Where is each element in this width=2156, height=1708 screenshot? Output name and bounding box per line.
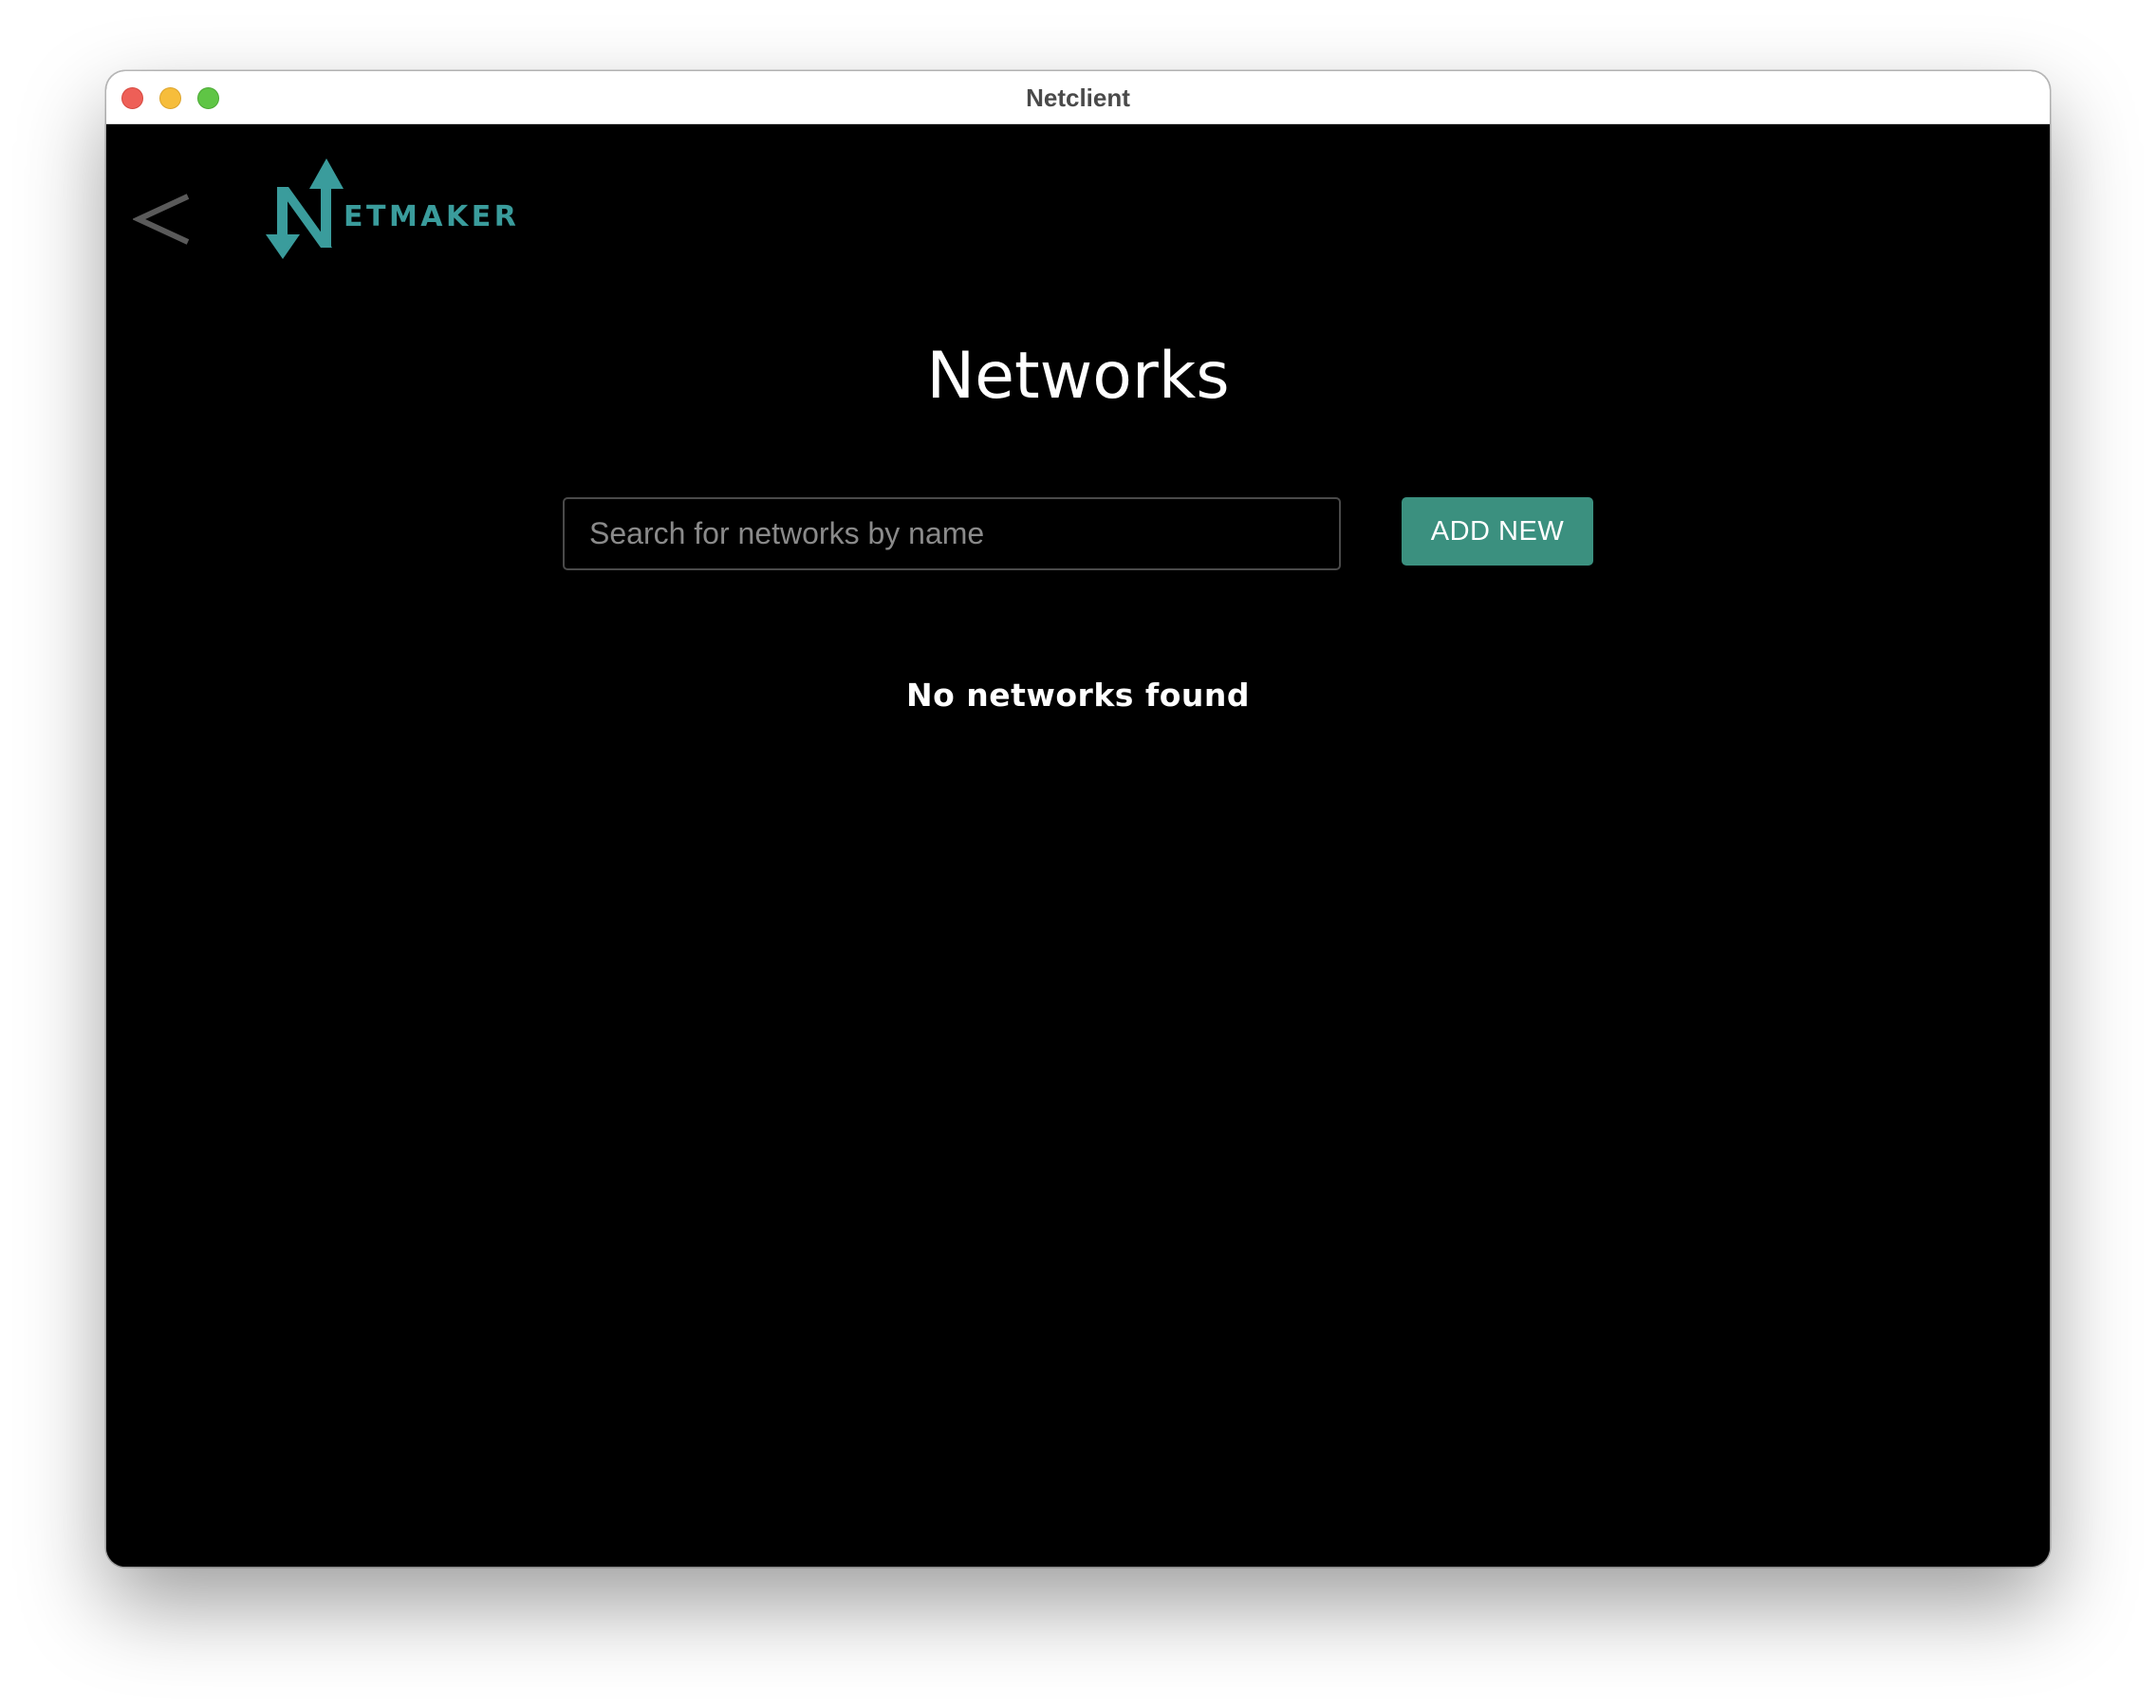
- empty-state-message: No networks found: [905, 677, 1251, 714]
- netmaker-n-icon: [266, 158, 344, 259]
- logo-wordmark: ETMAKER: [344, 200, 520, 233]
- main-content: ETMAKER Networks ADD NEW No networks fou…: [106, 124, 2050, 1567]
- page-title: Networks: [926, 339, 1230, 414]
- chevron-left-icon: [131, 194, 190, 245]
- search-input[interactable]: [563, 497, 1341, 570]
- app-window: Netclient ETMAKER Networks ADD NEW No: [106, 71, 2050, 1567]
- title-bar: Netclient: [106, 71, 2050, 124]
- add-new-button[interactable]: ADD NEW: [1402, 497, 1593, 566]
- back-button[interactable]: [131, 181, 194, 257]
- window-title: Netclient: [1026, 84, 1130, 112]
